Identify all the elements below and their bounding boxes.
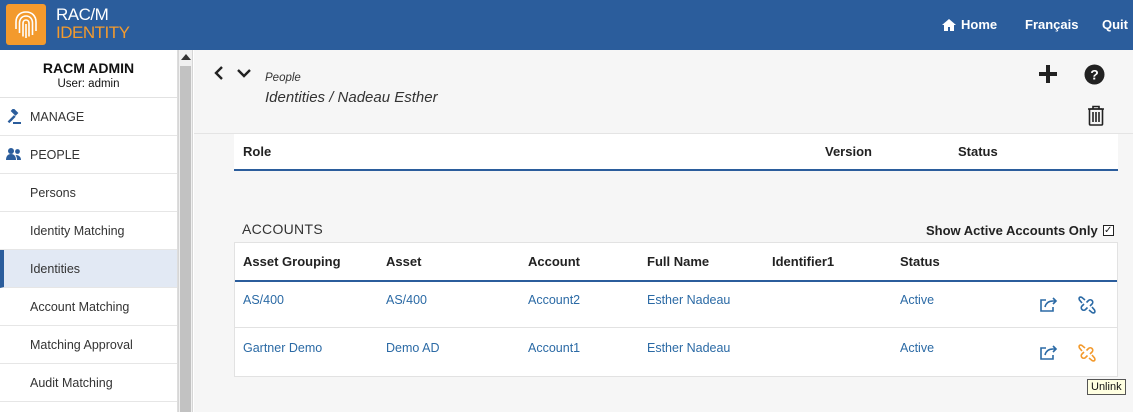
quit-link[interactable]: Quit xyxy=(1102,17,1128,32)
show-active-label: Show Active Accounts Only xyxy=(926,223,1098,238)
logo-line1: RAC/M xyxy=(56,5,109,24)
home-label: Home xyxy=(961,17,998,32)
roles-table: Role Version Status xyxy=(234,134,1118,171)
cell-status[interactable]: Active xyxy=(900,293,934,307)
breadcrumb-section[interactable]: People xyxy=(265,72,301,84)
app-logo-text: RAC/M IDENTITY xyxy=(56,5,130,42)
col-asset-grouping[interactable]: Asset Grouping xyxy=(243,254,341,269)
scroll-up-arrow-icon[interactable] xyxy=(181,54,191,60)
table-row: Gartner Demo Demo AD Account1 Esther Nad… xyxy=(235,330,1117,376)
svg-text:?: ? xyxy=(1090,67,1099,83)
add-button[interactable] xyxy=(1038,64,1058,84)
unlink-icon[interactable] xyxy=(1078,296,1096,314)
main-content: People Identities / Nadeau Esther ? Role… xyxy=(194,50,1133,412)
col-role[interactable]: Role xyxy=(243,144,271,159)
sidebar-item-identity-matching[interactable]: Identity Matching xyxy=(0,212,177,250)
page-header: People Identities / Nadeau Esther ? xyxy=(194,50,1133,134)
scroll-thumb[interactable] xyxy=(180,66,191,412)
col-account[interactable]: Account xyxy=(528,254,580,269)
accounts-title: ACCOUNTS xyxy=(242,221,323,237)
accounts-table-header: Asset Grouping Asset Account Full Name I… xyxy=(235,243,1117,282)
cell-full-name[interactable]: Esther Nadeau xyxy=(647,341,730,355)
home-icon xyxy=(942,18,956,31)
users-icon xyxy=(6,148,21,160)
fingerprint-logo-icon xyxy=(6,4,46,45)
cell-full-name[interactable]: Esther Nadeau xyxy=(647,293,730,307)
home-link[interactable]: Home xyxy=(942,17,997,32)
sidebar-item-matching-approval[interactable]: Matching Approval xyxy=(0,326,177,364)
chevron-left-icon[interactable] xyxy=(214,66,224,80)
people-label: PEOPLE xyxy=(30,147,81,162)
sidebar-item-people[interactable]: PEOPLE xyxy=(0,136,177,174)
share-icon[interactable] xyxy=(1039,344,1058,361)
col-status[interactable]: Status xyxy=(958,144,998,159)
table-row: AS/400 AS/400 Account2 Esther Nadeau Act… xyxy=(235,282,1117,328)
cell-asset-grouping[interactable]: AS/400 xyxy=(243,293,284,307)
sidebar-scrollbar[interactable] xyxy=(178,50,193,412)
cell-asset[interactable]: AS/400 xyxy=(386,293,427,307)
admin-title: RACM ADMIN xyxy=(42,60,135,76)
show-active-toggle[interactable]: Show Active Accounts Only ✓ xyxy=(926,223,1114,238)
col-identifier1[interactable]: Identifier1 xyxy=(772,254,834,269)
top-bar: RAC/M IDENTITY Home Français Quit xyxy=(0,0,1133,50)
trash-icon[interactable] xyxy=(1087,105,1105,126)
col-version[interactable]: Version xyxy=(825,144,872,159)
manage-label: MANAGE xyxy=(30,109,85,124)
cell-status[interactable]: Active xyxy=(900,341,934,355)
sidebar-item-persons[interactable]: Persons xyxy=(0,174,177,212)
cell-asset-grouping[interactable]: Gartner Demo xyxy=(243,341,322,355)
show-active-checkbox[interactable]: ✓ xyxy=(1102,225,1114,236)
admin-user: User: admin xyxy=(57,78,120,90)
sidebar-item-manage[interactable]: MANAGE xyxy=(0,98,177,136)
col-full-name[interactable]: Full Name xyxy=(647,254,709,269)
page-title: Identities / Nadeau Esther xyxy=(265,89,438,106)
sidebar-item-audit-matching[interactable]: Audit Matching xyxy=(0,364,177,402)
logo-line2: IDENTITY xyxy=(56,23,130,42)
help-icon[interactable]: ? xyxy=(1084,64,1105,85)
chevron-down-icon[interactable] xyxy=(237,68,251,78)
language-link[interactable]: Français xyxy=(1025,17,1078,32)
col-status[interactable]: Status xyxy=(900,254,940,269)
admin-block: RACM ADMIN User: admin xyxy=(0,50,177,98)
cell-account[interactable]: Account2 xyxy=(528,293,580,307)
sidebar-item-identities[interactable]: Identities xyxy=(0,250,177,288)
accounts-table: Asset Grouping Asset Account Full Name I… xyxy=(234,242,1118,377)
col-asset[interactable]: Asset xyxy=(386,254,421,269)
gavel-icon xyxy=(7,109,21,124)
cell-account[interactable]: Account1 xyxy=(528,341,580,355)
sidebar-item-account-matching[interactable]: Account Matching xyxy=(0,288,177,326)
unlink-tooltip: Unlink xyxy=(1087,379,1126,395)
unlink-icon[interactable] xyxy=(1078,344,1096,362)
share-icon[interactable] xyxy=(1039,296,1058,313)
cell-asset[interactable]: Demo AD xyxy=(386,341,440,355)
sidebar: RACM ADMIN User: admin MANAGE PEOPLE Per… xyxy=(0,50,178,412)
